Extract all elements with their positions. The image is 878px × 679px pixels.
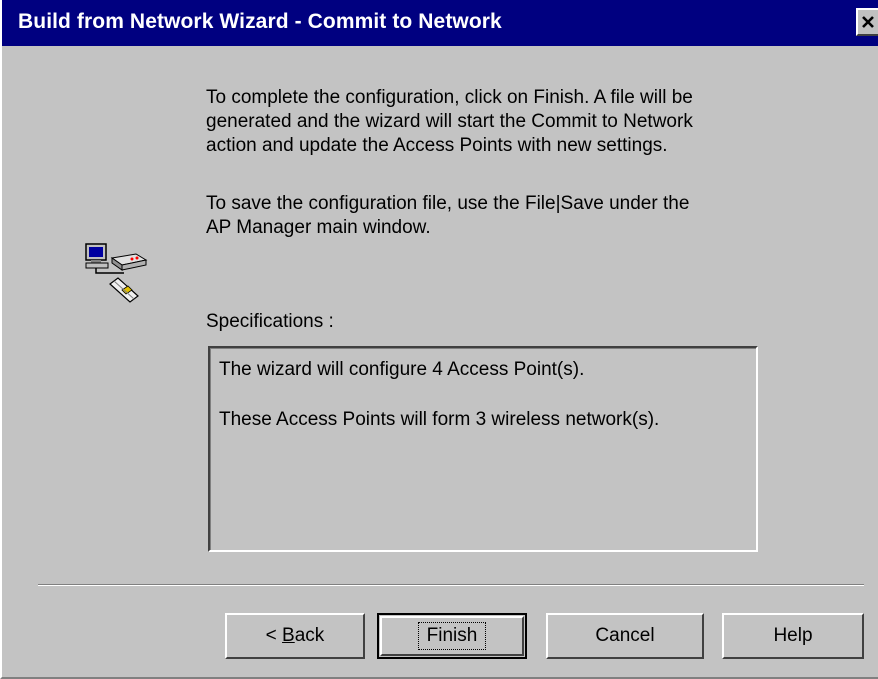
back-button-label: < Back [265, 625, 325, 646]
spec-line-networks: These Access Points will form 3 wireless… [219, 409, 660, 430]
finish-instructions-text: To complete the configuration, click on … [206, 87, 693, 156]
close-button[interactable] [856, 8, 878, 36]
specifications-box: The wizard will configure 4 Access Point… [208, 346, 758, 552]
cancel-button-label: Cancel [595, 625, 655, 646]
close-icon [862, 16, 874, 28]
wizard-dialog: Build from Network Wizard - Commit to Ne… [0, 0, 878, 679]
help-button-label: Help [773, 625, 813, 646]
back-button[interactable]: < Back [225, 613, 365, 659]
finish-button[interactable]: Finish [377, 613, 527, 659]
separator-line [38, 584, 864, 586]
network-wizard-icon [84, 240, 154, 310]
spec-line-access-points: The wizard will configure 4 Access Point… [219, 359, 585, 380]
window-title: Build from Network Wizard - Commit to Ne… [18, 10, 502, 33]
save-instructions-text: To save the configuration file, use the … [206, 193, 690, 238]
help-button[interactable]: Help [722, 613, 864, 659]
finish-button-label: Finish [417, 622, 487, 650]
title-bar[interactable]: Build from Network Wizard - Commit to Ne… [2, 0, 878, 46]
cancel-button[interactable]: Cancel [546, 613, 704, 659]
specifications-label: Specifications : [206, 311, 334, 332]
